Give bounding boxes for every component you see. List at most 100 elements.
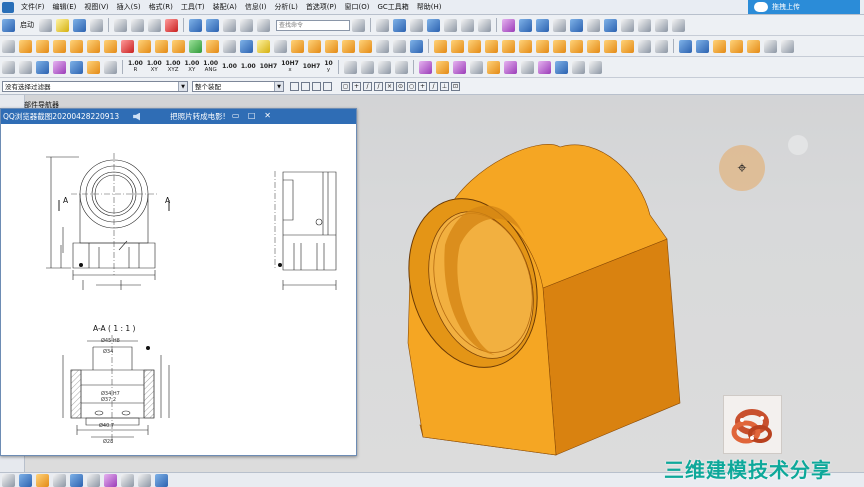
dimension-tool-1[interactable]: 1.00 R	[128, 61, 143, 74]
snap-arc-center-icon[interactable]: ⊙	[396, 81, 405, 91]
make-perpendicular-icon[interactable]	[621, 39, 634, 53]
select-cursor-icon[interactable]	[323, 81, 332, 91]
tolerance-tool-4[interactable]: 10 y	[324, 61, 332, 74]
point-icon[interactable]	[19, 60, 32, 74]
image-viewer-promo[interactable]: 把照片转成电影!	[170, 111, 226, 122]
sew-icon[interactable]	[747, 39, 760, 53]
dimension-tool-3[interactable]: 1.00 XYZ	[166, 61, 181, 74]
edit-curve-icon[interactable]	[87, 473, 100, 487]
thicken-icon[interactable]	[781, 39, 794, 53]
image-viewer-window[interactable]: QQ浏览器截图20200428220913 把照片转成电影! ▭ □ ✕ A A…	[0, 108, 357, 456]
split-body-icon[interactable]	[359, 39, 372, 53]
repeat-command-icon[interactable]	[223, 18, 236, 32]
diameter-icon[interactable]	[360, 60, 374, 74]
snap-control-point-icon[interactable]: /	[374, 81, 383, 91]
menu-assembly[interactable]: 装配(A)	[209, 2, 241, 12]
type-filter-select[interactable]: 没有选择过滤器 ▼	[2, 80, 188, 92]
subtract-icon[interactable]	[206, 39, 219, 53]
offset-face-icon[interactable]	[393, 39, 406, 53]
resize-blend-icon[interactable]	[485, 39, 498, 53]
snap-existing-point-icon[interactable]: +	[418, 81, 427, 91]
view-icon[interactable]	[19, 473, 32, 487]
pattern-icon[interactable]	[308, 39, 321, 53]
touch-mode-icon[interactable]	[240, 18, 253, 32]
menu-format[interactable]: 格式(R)	[145, 2, 177, 12]
image-viewer-titlebar[interactable]: QQ浏览器截图20200428220913 把照片转成电影! ▭ □ ✕	[1, 109, 356, 124]
dimension-tool-7[interactable]: 1.00	[241, 64, 256, 70]
extrude-icon[interactable]	[19, 39, 32, 53]
delete-icon[interactable]	[165, 18, 178, 32]
wireframe-icon[interactable]	[444, 18, 457, 32]
centerline-icon[interactable]	[343, 60, 357, 74]
make-tangent-icon[interactable]	[570, 39, 583, 53]
filter-icon[interactable]	[290, 81, 299, 91]
tag-icon[interactable]	[53, 60, 66, 74]
radius-icon[interactable]	[377, 60, 391, 74]
menu-insert[interactable]: 插入(S)	[113, 2, 145, 12]
new-file-icon[interactable]	[39, 18, 52, 32]
undo-icon[interactable]	[189, 18, 202, 32]
move-object-icon[interactable]	[587, 18, 600, 32]
wcs-icon[interactable]	[2, 60, 15, 74]
tolerance-tool-3[interactable]: 10H7	[303, 64, 321, 70]
menu-analysis[interactable]: 分析(L)	[270, 2, 301, 12]
bounded-plane-icon[interactable]	[730, 39, 743, 53]
datum-feature-icon[interactable]	[469, 60, 483, 74]
menu-window[interactable]: 窗口(O)	[341, 2, 374, 12]
command-search-input[interactable]: 查找命令	[276, 19, 350, 31]
start-icon[interactable]	[2, 18, 15, 32]
sketch-icon[interactable]	[2, 39, 15, 53]
print-icon[interactable]	[90, 18, 103, 32]
show-hide-icon[interactable]	[604, 18, 617, 32]
work-layer-icon[interactable]	[570, 18, 583, 32]
background-icon[interactable]	[478, 18, 491, 32]
restore-button[interactable]: ▭	[230, 111, 242, 122]
menu-edit[interactable]: 编辑(E)	[49, 2, 81, 12]
surface-finish-icon[interactable]	[452, 60, 466, 74]
layer-icon[interactable]	[502, 18, 515, 32]
parts-list-icon[interactable]	[87, 60, 100, 74]
maximize-button[interactable]: □	[246, 111, 258, 122]
tolerance-tool-1[interactable]: 10H7	[260, 64, 278, 70]
select-all-icon[interactable]	[312, 81, 321, 91]
pocket-icon[interactable]	[155, 39, 168, 53]
note-icon[interactable]	[520, 60, 534, 74]
graphics-window[interactable]	[360, 95, 710, 465]
synchronous-move-face-icon[interactable]	[434, 39, 447, 53]
offset-curve-icon[interactable]	[138, 473, 151, 487]
snap-end-point-icon[interactable]: +	[352, 81, 361, 91]
start-label[interactable]: 启动	[20, 20, 34, 30]
weld-symbol-icon[interactable]	[435, 60, 449, 74]
dimension-tool-4[interactable]: 1.00 XY	[184, 61, 199, 74]
render-style-icon[interactable]	[553, 18, 566, 32]
search-icon[interactable]	[352, 18, 365, 32]
measure-icon[interactable]	[655, 18, 668, 32]
window-layout-icon[interactable]	[672, 18, 685, 32]
edge-blend-icon[interactable]	[240, 39, 253, 53]
snap-quadrant-icon[interactable]: ○	[407, 81, 416, 91]
section-view-icon[interactable]	[519, 18, 532, 32]
replace-face-icon[interactable]	[468, 39, 481, 53]
thread-icon[interactable]	[376, 39, 389, 53]
close-button[interactable]: ✕	[262, 111, 274, 122]
delete-face-icon[interactable]	[502, 39, 515, 53]
fit-view-icon[interactable]	[376, 18, 389, 32]
view-orientation-icon[interactable]	[461, 18, 474, 32]
block-icon[interactable]	[53, 39, 66, 53]
snap-intersection-icon[interactable]: ×	[385, 81, 394, 91]
balloon-icon[interactable]	[537, 60, 551, 74]
drag-upload-button[interactable]: 拖拽上传	[748, 0, 860, 14]
selection-scope-select[interactable]: 整个装配 ▼	[192, 80, 284, 92]
dimension-tool-2[interactable]: 1.00 XY	[147, 61, 162, 74]
cone-icon[interactable]	[87, 39, 100, 53]
cylinder-icon[interactable]	[70, 39, 83, 53]
snap-point-icon[interactable]: ◻	[341, 81, 350, 91]
menu-help[interactable]: 帮助(H)	[413, 2, 446, 12]
hatch-icon[interactable]	[554, 60, 568, 74]
table-note-icon[interactable]	[571, 60, 585, 74]
dimension-tool-5[interactable]: 1.00 ANG	[203, 61, 218, 74]
menu-preferences[interactable]: 首选项(P)	[302, 2, 341, 12]
analysis-icon[interactable]	[70, 473, 83, 487]
arc-length-icon[interactable]	[394, 60, 408, 74]
hole-icon[interactable]	[121, 39, 134, 53]
